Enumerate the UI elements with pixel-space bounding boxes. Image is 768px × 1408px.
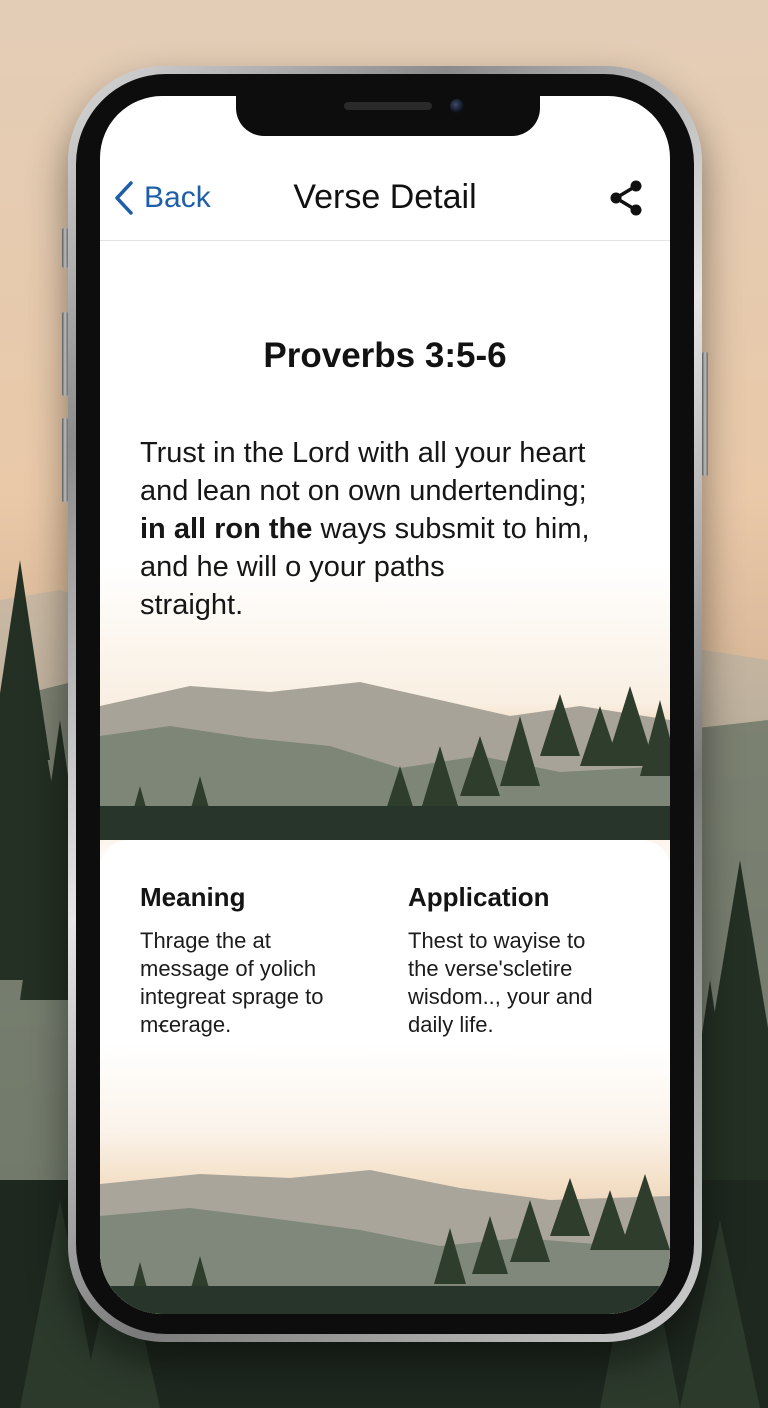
meaning-line: message of yolich	[140, 956, 317, 981]
phone-screen: Back Verse Detail Proverbs 3:5-6 Trust i…	[100, 96, 670, 1314]
meaning-title: Meaning	[140, 882, 246, 912]
mute-switch	[62, 228, 68, 268]
application-section: Application Thest to wayise to the verse…	[408, 882, 648, 1039]
application-line: Thest to wayise to	[408, 928, 586, 953]
meaning-line: integreat sprage to	[140, 984, 324, 1009]
application-body: Thest to wayise to the verse'scletire wi…	[408, 927, 648, 1039]
application-line: the verse'scletire	[408, 956, 573, 981]
notch	[236, 96, 540, 136]
wallpaper-scene: Back Verse Detail Proverbs 3:5-6 Trust i…	[0, 0, 768, 1408]
verse-line: and he will o your paths	[140, 551, 445, 583]
volume-down-button	[62, 418, 68, 502]
power-button	[702, 352, 708, 476]
meaning-body: Thrage the at message of yolich integrea…	[140, 927, 380, 1039]
chevron-left-icon	[115, 181, 133, 215]
meaning-line: mꞓerage.	[140, 1012, 232, 1037]
share-button[interactable]	[606, 178, 646, 218]
verse-line: in all ron the ways subsmit to him,	[140, 510, 650, 548]
navigation-bar: Back Verse Detail	[100, 166, 670, 241]
back-button[interactable]: Back	[114, 178, 211, 218]
verse-emphasis: in all ron the	[140, 513, 313, 545]
verse-insight-card: Meaning Thrage the at message of yolich …	[100, 840, 670, 1130]
front-camera	[450, 99, 464, 113]
application-title: Application	[408, 882, 550, 912]
meaning-line: Thrage the at	[140, 928, 271, 953]
verse-line: and lean not on own undertending;	[140, 475, 587, 507]
meaning-section: Meaning Thrage the at message of yolich …	[140, 882, 380, 1039]
verse-line: straight.	[140, 589, 244, 621]
application-line: daily life.	[408, 1012, 494, 1037]
verse-reference: Proverbs 3:5-6	[263, 336, 507, 375]
application-line: wisdom.., your and	[408, 984, 593, 1009]
back-label: Back	[144, 181, 211, 214]
mountain-illustration-foreground	[100, 1170, 670, 1314]
mountain-illustration-upper	[100, 682, 670, 840]
verse-line-rest: ways subsmit to him,	[312, 513, 590, 545]
verse-line: Trust in the Lord with all your heart	[140, 437, 586, 469]
speaker-grille	[344, 102, 432, 110]
share-icon	[610, 180, 642, 216]
volume-up-button	[62, 312, 68, 396]
verse-text: Trust in the Lord with all your heart an…	[140, 434, 650, 624]
